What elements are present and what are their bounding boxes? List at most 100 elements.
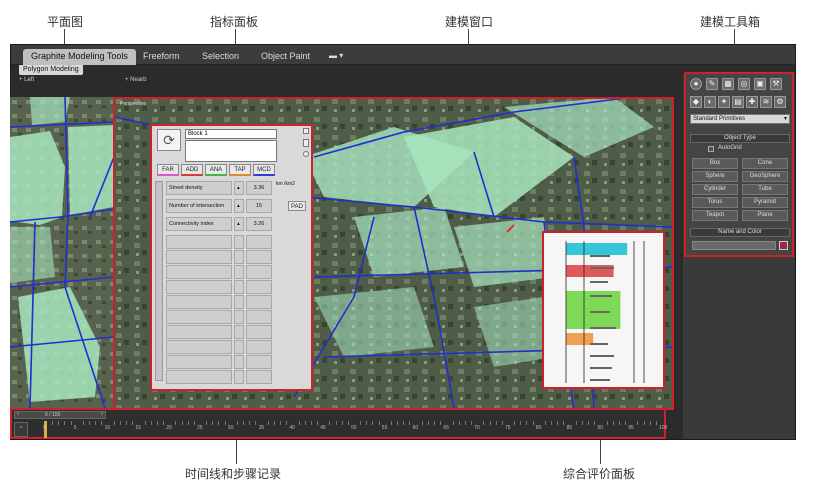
panel-settings-icon[interactable]: [303, 151, 309, 157]
timeline-minor-tick: [495, 421, 497, 425]
timeline-minor-tick: [390, 421, 392, 425]
timeline-minor-tick: [317, 421, 319, 425]
callout-timeline: 时间线和步骤记录: [185, 467, 282, 481]
hierarchy-icon[interactable]: ▦: [722, 78, 734, 90]
timeline-minor-tick: [163, 421, 165, 425]
key-mode-icon[interactable]: ▪▪: [14, 422, 28, 437]
timeline-minor-tick: [255, 421, 257, 425]
indicator-empty-cell: [234, 325, 244, 339]
spacewarps-icon[interactable]: ≋: [760, 96, 772, 108]
ribbon-bar: Graphite Modeling Tools Freeform Selecti…: [11, 45, 795, 65]
indicator-empty-cell: [246, 370, 272, 384]
torus-button[interactable]: Torus: [692, 197, 738, 208]
category-button-add[interactable]: ADD: [181, 164, 203, 176]
object-type-rollout[interactable]: Object Type: [690, 134, 790, 143]
timeline-tick-label: 40: [289, 425, 295, 431]
category-button-far[interactable]: FAR: [157, 164, 179, 176]
pyramid-button[interactable]: Pyramid: [742, 197, 788, 208]
timeline-minor-tick: [335, 421, 337, 425]
indicator-empty-cell: [246, 340, 272, 354]
plan-viewport[interactable]: [10, 97, 114, 408]
object-name-input[interactable]: [692, 241, 776, 250]
timeline-minor-tick: [310, 421, 312, 425]
time-slider-right-arrow[interactable]: ›: [101, 411, 103, 417]
object-color-swatch[interactable]: [779, 241, 788, 250]
tab-freeform[interactable]: Freeform: [135, 49, 188, 65]
geosphere-button[interactable]: GeoSphere: [742, 171, 788, 182]
timeline-tick-label: 0: [43, 425, 46, 431]
tab-graphite-modeling-tools[interactable]: Graphite Modeling Tools: [23, 49, 136, 65]
modify-icon[interactable]: ✎: [706, 78, 718, 90]
name-and-color-rollout[interactable]: Name and Color: [690, 228, 790, 237]
lights-icon[interactable]: ✦: [718, 96, 730, 108]
timeline-minor-tick: [520, 421, 522, 425]
plane-button[interactable]: Plane: [742, 210, 788, 221]
ribbon-menu-icon[interactable]: ▬ ▾: [321, 49, 351, 65]
systems-icon[interactable]: ⚙: [774, 96, 786, 108]
indicator-empty-cell: [166, 235, 232, 249]
indicator-empty-cell: [166, 310, 232, 324]
timeline-minor-tick: [218, 421, 220, 425]
timeline-tick-label: 80: [535, 425, 542, 431]
callout-modeling-toolbox: 建模工具箱: [700, 15, 761, 29]
indicator-row-icon[interactable]: ▴: [234, 181, 244, 195]
helpers-icon[interactable]: ✚: [746, 96, 758, 108]
panel-pin-icon[interactable]: [303, 128, 309, 134]
indicator-row-icon[interactable]: ▴: [234, 217, 244, 231]
block-name-field[interactable]: Block 1: [185, 129, 277, 139]
timeline-minor-tick: [643, 421, 645, 425]
indicator-scrollbar[interactable]: [155, 181, 163, 381]
block-notes-field[interactable]: [185, 140, 277, 162]
tube-button[interactable]: Tube: [742, 184, 788, 195]
main-viewport-label[interactable]: + Nearb: [125, 77, 147, 83]
create-icon[interactable]: ●: [690, 78, 702, 90]
tab-selection[interactable]: Selection: [194, 49, 247, 65]
subtab-polygon-modeling[interactable]: Polygon Modeling: [19, 65, 83, 75]
timeline-minor-tick: [126, 421, 128, 425]
timeline-minor-tick: [581, 421, 583, 425]
timeline-minor-tick: [551, 421, 553, 425]
timeline-minor-tick: [273, 421, 275, 425]
shapes-icon[interactable]: ◐: [704, 96, 716, 108]
time-slider[interactable]: ‹ 0 / 100 ›: [14, 411, 106, 419]
timeline-minor-tick: [156, 421, 158, 425]
indicator-empty-cell: [246, 295, 272, 309]
timeline-minor-tick: [64, 421, 66, 425]
cameras-icon[interactable]: ▤: [732, 96, 744, 108]
category-button-ana[interactable]: ANA: [205, 164, 227, 176]
indicator-row-icon[interactable]: ▴: [234, 199, 244, 213]
refresh-icon[interactable]: ⟳: [157, 129, 181, 151]
utilities-icon[interactable]: ⚒: [770, 78, 782, 90]
box-button[interactable]: Box: [692, 158, 738, 169]
timeline-minor-tick: [427, 421, 429, 425]
primitives-dropdown[interactable]: Standard Primitives ▾: [690, 114, 790, 124]
timeline-minor-tick: [483, 421, 485, 425]
category-button-mcd[interactable]: MCD: [253, 164, 275, 176]
cone-button[interactable]: Cone: [742, 158, 788, 169]
left-viewport-label[interactable]: + Left: [19, 77, 34, 83]
timeline-minor-tick: [514, 421, 516, 425]
timeline-minor-tick: [236, 421, 238, 425]
timeline-minor-tick: [113, 421, 115, 425]
timeline-minor-tick: [625, 421, 627, 425]
indicator-empty-cell: [234, 280, 244, 294]
display-icon[interactable]: ▣: [754, 78, 766, 90]
evaluation-panel: [542, 231, 665, 389]
teapot-button[interactable]: Teapot: [692, 210, 738, 221]
timeline-minor-tick: [52, 421, 54, 425]
sphere-button[interactable]: Sphere: [692, 171, 738, 182]
cylinder-button[interactable]: Cylinder: [692, 184, 738, 195]
motion-icon[interactable]: ◎: [738, 78, 750, 90]
pad-button[interactable]: PAD: [288, 201, 306, 211]
tab-object-paint[interactable]: Object Paint: [253, 49, 318, 65]
category-button-tap[interactable]: TAP: [229, 164, 251, 176]
panel-save-icon[interactable]: [303, 139, 309, 147]
indicator-row-label: Connectivity index: [166, 217, 232, 231]
time-slider-left-arrow[interactable]: ‹: [17, 411, 19, 417]
geometry-icon[interactable]: ◆: [690, 96, 702, 108]
indicator-empty-cell: [234, 355, 244, 369]
autogrid-checkbox[interactable]: [708, 146, 714, 152]
timeline-minor-tick: [544, 421, 546, 425]
timeline-minor-tick: [58, 421, 60, 425]
indicator-empty-cell: [234, 265, 244, 279]
